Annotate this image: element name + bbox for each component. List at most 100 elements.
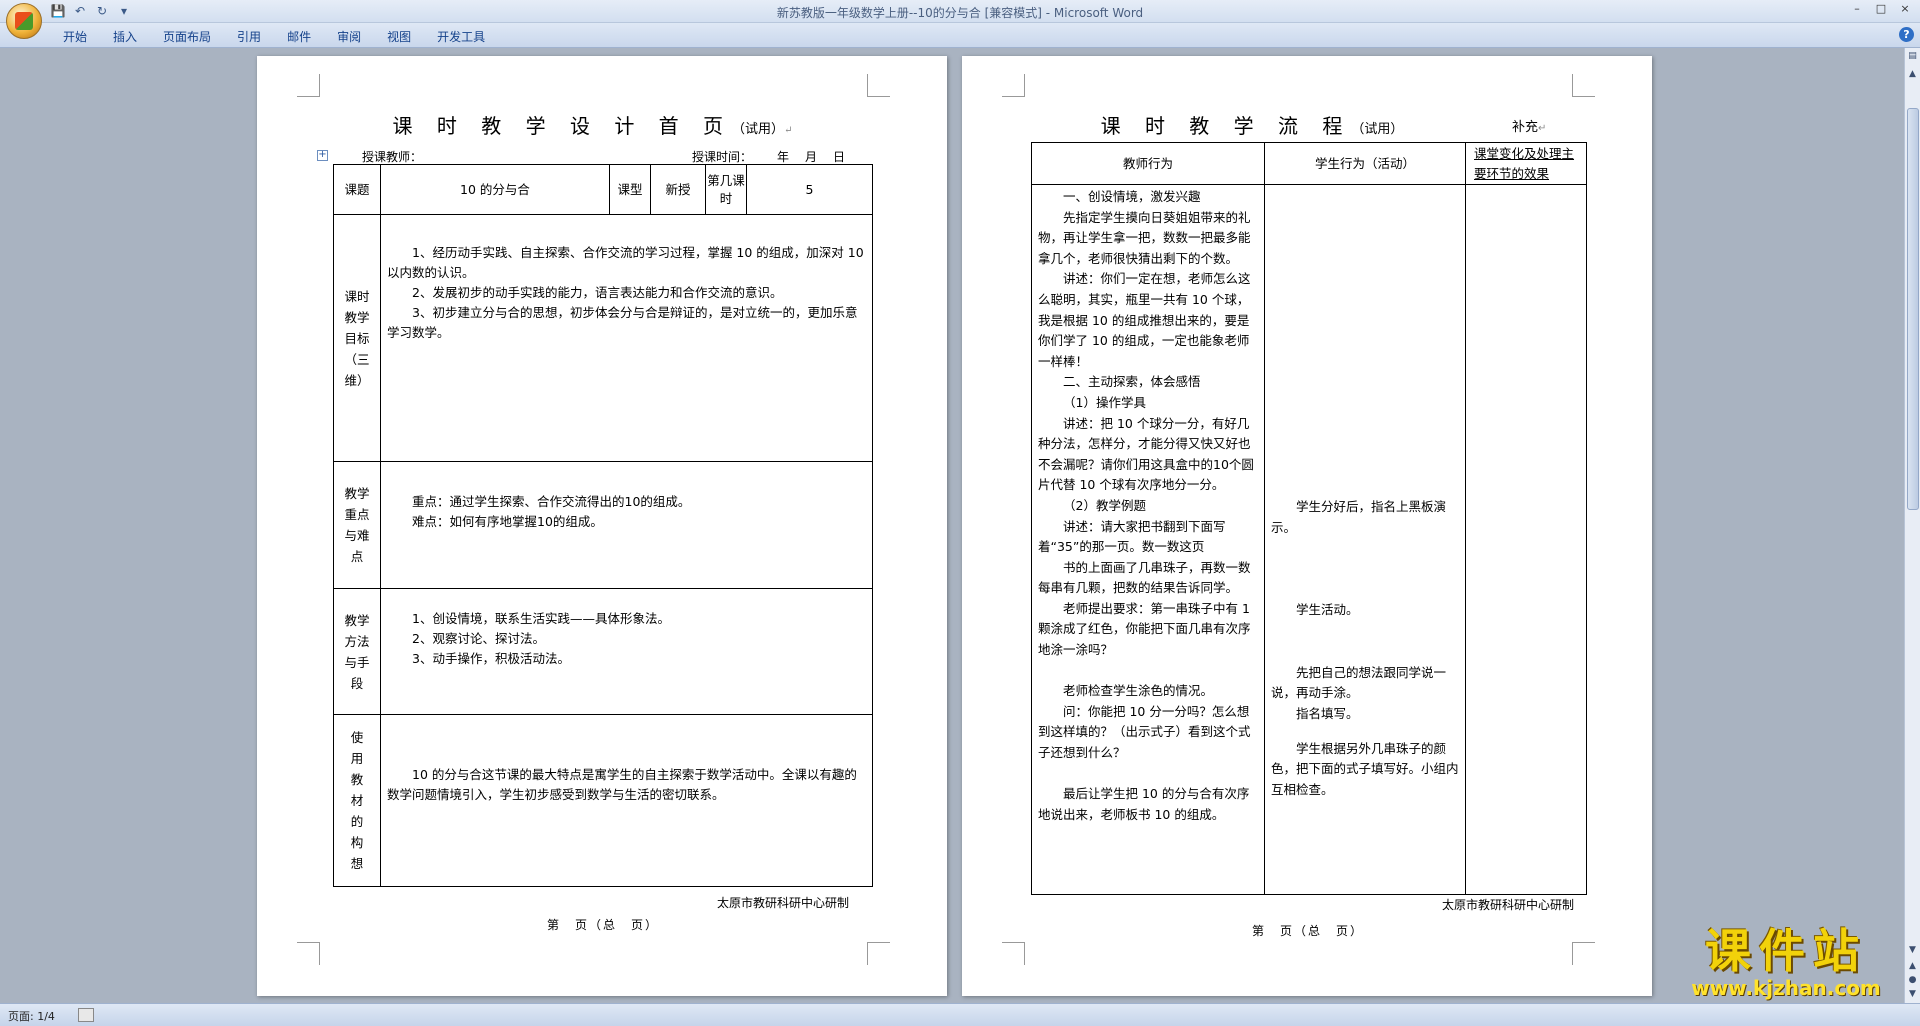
focus-cell[interactable]: 重点：通过学生探索、合作交流得出的10的组成。 难点：如何有序地掌握10的组成。: [380, 461, 873, 589]
teacher-line: （2）教学例题: [1063, 497, 1146, 513]
teacher-line: 一、创设情境，激发兴趣: [1063, 189, 1201, 204]
header-effect: 课堂变化及处理主要环节的效果: [1465, 142, 1587, 185]
help-icon[interactable]: ?: [1899, 27, 1914, 42]
teacher-line: 二、主动探索，体会感悟: [1063, 374, 1201, 390]
teacher-line: 讲述：把 10 个球分一分，有好几种分法，怎样分，才能分得又快又好也不会漏呢？请…: [1038, 415, 1254, 493]
type-value[interactable]: 新授: [650, 164, 706, 215]
goal-line: 1、经历动手实践、自主探索、合作交流的学习过程，掌握 10 的组成，加深对 10…: [387, 245, 864, 280]
teacher-line: 最后让学生把 10 的分与合有次序地说出来，老师板书 10 的组成。: [1038, 786, 1250, 822]
previous-page-icon[interactable]: ▲: [1906, 960, 1919, 973]
method-cell[interactable]: 1、创设情境，联系生活实践——具体形象法。 2、观察讨论、探讨法。 3、动手操作…: [380, 588, 873, 715]
goal-line: 3、初步建立分与合的思想，初步体会分与合是辩证的，是对立统一的，更加乐意学习数学…: [387, 305, 858, 340]
effect-column[interactable]: [1465, 184, 1587, 895]
table-row: 使用教材的构想 10 的分与合这节课的最大特点是寓学生的自主探索于数学活动中。全…: [333, 714, 873, 887]
table-row: 教学方法与手段 1、创设情境，联系生活实践——具体形象法。 2、观察讨论、探讨法…: [333, 588, 873, 715]
vertical-scrollbar[interactable]: ▤ ▲ ▼ ▲ ● ▼: [1904, 48, 1920, 1003]
teacher-line: 书的上面画了几串珠子，再数一数每串有几颗，把数的结果告诉同学。: [1038, 559, 1251, 596]
crop-mark: [297, 942, 320, 965]
office-button[interactable]: [6, 3, 42, 39]
crop-mark: [867, 942, 890, 965]
crop-mark: [867, 74, 890, 97]
tab-view[interactable]: 视图: [374, 28, 424, 45]
scroll-up-icon[interactable]: ▲: [1906, 68, 1919, 81]
page-title-text: 课 时 教 学 流 程: [1100, 114, 1352, 138]
page-2[interactable]: 课 时 教 学 流 程（试用） 补充↵ 教师行为 学生行为（活动） 课堂变化及处…: [962, 56, 1652, 996]
teacher-line: 问：你能把 10 分一分吗？怎么想到这样填的？（出示式子）看到这个式子还想到什么…: [1038, 703, 1251, 761]
tab-home[interactable]: 开始: [50, 28, 100, 45]
office-logo-icon: [15, 12, 33, 30]
page-1[interactable]: 课 时 教 学 设 计 首 页（试用）↵ + 授课教师： 授课时间： 年 月 日…: [257, 56, 947, 996]
minimize-button[interactable]: –: [1848, 2, 1866, 16]
tab-review[interactable]: 审阅: [324, 28, 374, 45]
method-label: 教学方法与手段: [333, 588, 381, 715]
tab-mailings[interactable]: 邮件: [274, 28, 324, 45]
period-value[interactable]: 5: [746, 164, 873, 215]
page-title-suffix: （试用）: [1351, 122, 1404, 137]
teacher-column[interactable]: 一、创设情境，激发兴趣 先指定学生摸向日葵姐姐带来的礼物，再让学生拿一把，数数一…: [1031, 184, 1265, 895]
next-page-icon[interactable]: ▼: [1906, 988, 1919, 1001]
page-title-suffix: （试用）: [732, 122, 785, 137]
ribbon-tabs: 开始 插入 页面布局 引用 邮件 审阅 视图 开发工具: [50, 28, 498, 45]
page-title-text: 课 时 教 学 设 计 首 页: [392, 114, 733, 138]
teacher-line: 老师提出要求：第一串珠子中有 1 颗涂成了红色，你能把下面几串有次序地涂一涂吗？: [1038, 600, 1251, 658]
focus-label: 教学重点与难点: [333, 461, 381, 589]
browse-object-icon[interactable]: ●: [1906, 974, 1919, 987]
topic-label: 课题: [333, 164, 381, 215]
footer-page-number: 第 页（总 页）: [547, 918, 660, 932]
tab-insert[interactable]: 插入: [100, 28, 150, 45]
student-column[interactable]: 学生分好后，指名上黑板演示。 学生活动。 先把自己的想法跟同学说一说，再动手涂。…: [1264, 184, 1466, 895]
idea-cell[interactable]: 10 的分与合这节课的最大特点是寓学生的自主探索于数学活动中。全课以有趣的数学问…: [380, 714, 873, 887]
tab-references[interactable]: 引用: [224, 28, 274, 45]
teacher-line: （1）操作学具: [1063, 394, 1146, 410]
title-bar: 💾 ↶ ↻ ▾ 新苏教版一年级数学上册--10的分与合 [兼容模式] - Mic…: [0, 0, 1920, 39]
period-label: 第几课时: [705, 164, 747, 215]
teacher-label: 授课教师：: [362, 150, 423, 164]
tab-page-layout[interactable]: 页面布局: [150, 28, 224, 45]
type-label: 课型: [609, 164, 651, 215]
document-workspace[interactable]: 课 时 教 学 设 计 首 页（试用）↵ + 授课教师： 授课时间： 年 月 日…: [0, 48, 1905, 1003]
teacher-line: 讲述：你们一定在想，老师怎么这么聪明，其实，瓶里一共有 10 个球，我是根据 1…: [1038, 271, 1251, 369]
footer-organization: 太原市教研科研中心研制: [1442, 898, 1575, 912]
teacher-line: 讲述：请大家把书翻到下面写着“35”的那一页。数一数这页: [1038, 518, 1226, 555]
idea-text: 10 的分与合这节课的最大特点是寓学生的自主探索于数学活动中。全课以有趣的数学问…: [387, 767, 857, 802]
idea-label: 使用教材的构想: [333, 714, 381, 887]
teacher-line: 先指定学生摸向日葵姐姐带来的礼物，再让学生拿一把，数数一把最多能拿几个，老师很快…: [1038, 209, 1251, 266]
method-line: 1、创设情境，联系生活实践——具体形象法。: [412, 611, 670, 626]
scrollbar-thumb[interactable]: [1907, 108, 1919, 510]
ribbon: 开始 插入 页面布局 引用 邮件 审阅 视图 开发工具 ?: [0, 23, 1920, 48]
close-button[interactable]: ×: [1896, 2, 1914, 16]
watermark-url: www.kjzhan.com: [1691, 976, 1881, 1000]
student-line: 学生活动。: [1296, 602, 1359, 618]
page-title: 课 时 教 学 流 程（试用）: [1082, 110, 1422, 139]
crop-mark: [1002, 942, 1025, 965]
supplement-label: 补充↵: [1512, 120, 1547, 135]
crop-mark: [1572, 74, 1595, 97]
footer-organization: 太原市教研科研中心研制: [717, 896, 850, 910]
table-row: 教学重点与难点 重点：通过学生探索、合作交流得出的10的组成。 难点：如何有序地…: [333, 461, 873, 589]
header-student: 学生行为（活动）: [1264, 142, 1466, 185]
header-teacher: 教师行为: [1031, 142, 1265, 185]
crop-mark: [1002, 74, 1025, 97]
scroll-down-icon[interactable]: ▼: [1906, 944, 1919, 957]
table-row: 课题 10 的分与合 课型 新授 第几课时 5: [333, 164, 873, 215]
method-line: 3、动手操作，积极活动法。: [412, 651, 570, 666]
student-line: 指名填写。: [1296, 705, 1359, 721]
proofing-icon[interactable]: [78, 1008, 94, 1022]
topic-value[interactable]: 10 的分与合: [380, 164, 610, 215]
table-row: 教师行为 学生行为（活动） 课堂变化及处理主要环节的效果: [1031, 142, 1587, 185]
tab-developer[interactable]: 开发工具: [424, 28, 498, 45]
page-title: 课 时 教 学 设 计 首 页（试用）↵: [392, 114, 802, 138]
focus-line: 难点：如何有序地掌握10的组成。: [412, 514, 603, 529]
site-watermark: 课件站 www.kjzhan.com: [1668, 925, 1904, 1003]
page-counter[interactable]: 页面: 1/4: [8, 1008, 55, 1024]
window-title: 新苏教版一年级数学上册--10的分与合 [兼容模式] - Microsoft W…: [776, 6, 1144, 20]
table-move-handle-icon[interactable]: +: [317, 150, 328, 161]
maximize-button[interactable]: □: [1872, 2, 1890, 16]
lesson-design-table: 课题 10 的分与合 课型 新授 第几课时 5 课时教学目标（三维） 1、经历动…: [333, 164, 873, 887]
student-line: 学生根据另外几串珠子的颜色，把下面的式子填写好。小组内互相检查。: [1271, 740, 1459, 797]
goals-cell[interactable]: 1、经历动手实践、自主探索、合作交流的学习过程，掌握 10 的组成，加深对 10…: [380, 214, 873, 462]
ruler-toggle-icon[interactable]: ▤: [1906, 50, 1919, 63]
table-row: 一、创设情境，激发兴趣 先指定学生摸向日葵姐姐带来的礼物，再让学生拿一把，数数一…: [1031, 184, 1587, 895]
teacher-line: 老师检查学生涂色的情况。: [1063, 683, 1214, 699]
crop-mark: [297, 74, 320, 97]
